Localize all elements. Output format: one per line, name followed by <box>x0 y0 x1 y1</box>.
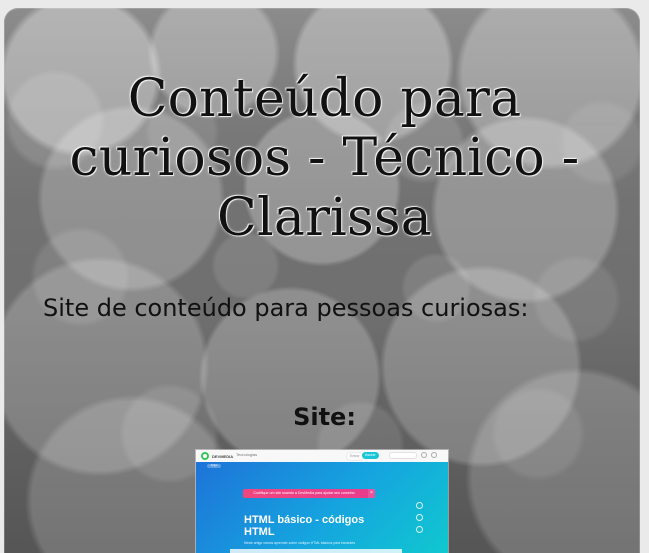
share-icon <box>416 514 423 521</box>
page-title: Conteúdo para curiosos - Técnico - Clari… <box>69 69 580 248</box>
site-heading: Site: <box>293 403 356 431</box>
page: Conteúdo para curiosos - Técnico - Clari… <box>0 0 649 553</box>
search-icon <box>421 452 427 458</box>
preview-bottom-bar <box>230 549 402 553</box>
share-icon <box>416 526 423 533</box>
preview-signup-button: Assine <box>362 452 379 459</box>
preview-menu-text: Tecnologias <box>236 452 258 457</box>
preview-banner-text: Codifique um site usando a DevMedia para… <box>253 491 355 495</box>
preview-description: Neste artigo vamos aprender sobre código… <box>244 541 356 545</box>
preview-logo: DEVMEDIA <box>201 452 233 460</box>
preview-login-button: Entrar <box>346 452 364 461</box>
preview-chip: Artigo <box>207 464 221 468</box>
preview-side-icons <box>416 502 424 533</box>
user-icon <box>431 452 437 458</box>
preview-hero: Artigo Codifique um site usando a DevMed… <box>196 462 448 553</box>
close-icon: × <box>368 489 375 498</box>
preview-banner: Codifique um site usando a DevMedia para… <box>243 489 375 498</box>
logo-mark-icon <box>201 452 209 460</box>
bookmark-icon <box>416 502 423 509</box>
preview-search-box <box>389 452 417 459</box>
site-preview-link[interactable]: DEVMEDIA Tecnologias Entrar Assine Artig… <box>196 450 448 553</box>
preview-logo-text: DEVMEDIA <box>212 453 234 459</box>
preview-headline: HTML básico - códigos HTML <box>244 514 365 539</box>
page-subtitle: Site de conteúdo para pessoas curiosas: <box>43 294 529 322</box>
